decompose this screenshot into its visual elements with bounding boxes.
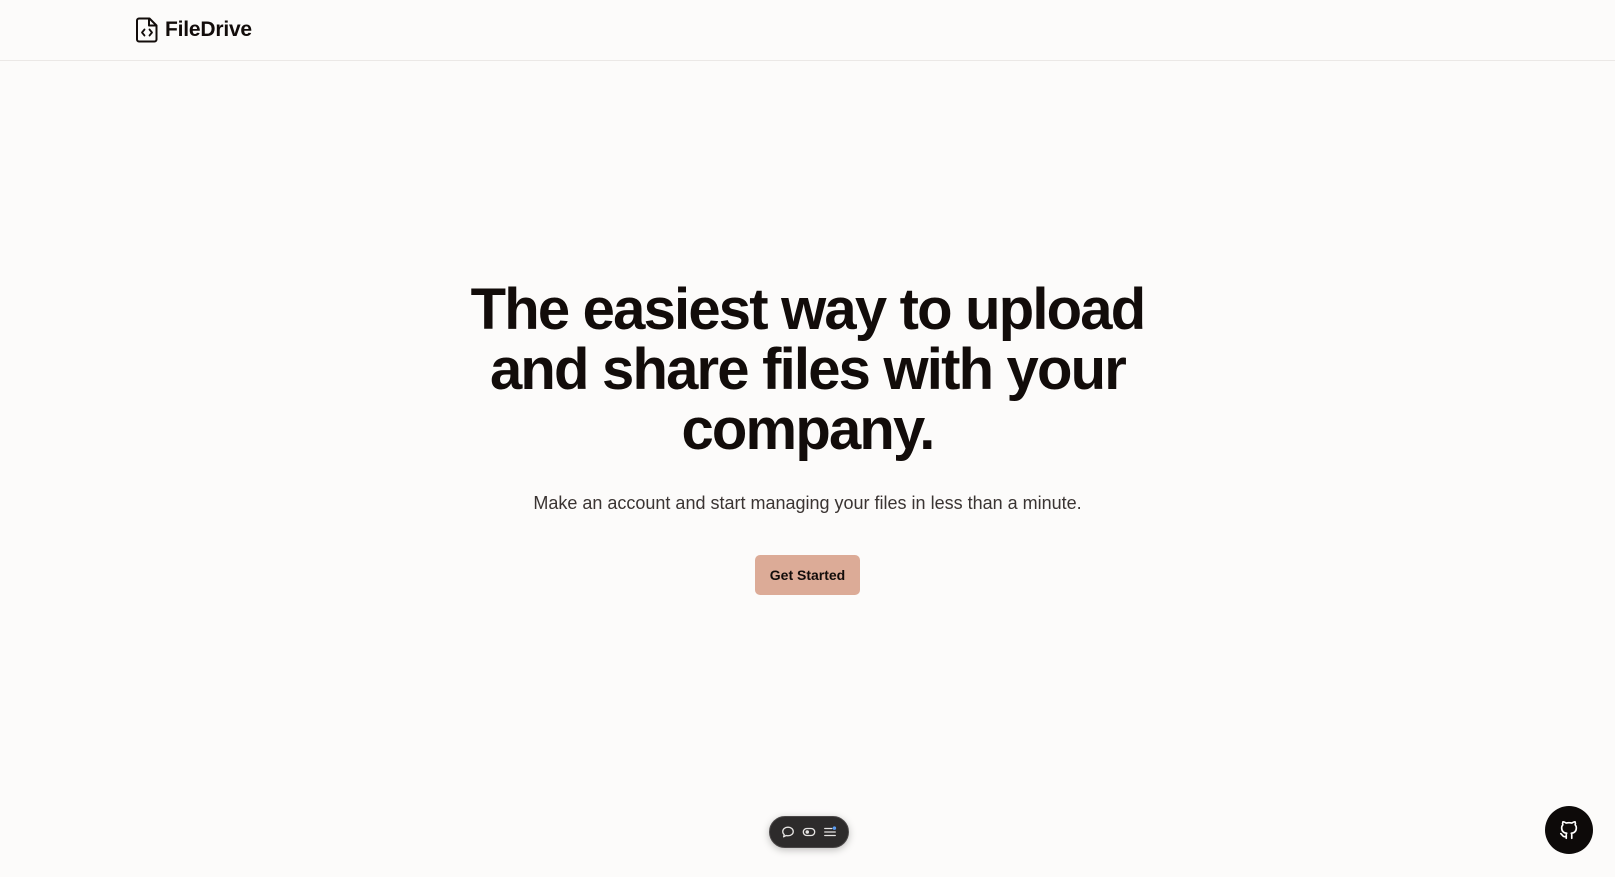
get-started-button[interactable]: Get Started (754, 555, 861, 595)
hero-title: The easiest way to upload and share file… (470, 277, 1147, 462)
toggle-icon[interactable] (800, 823, 818, 841)
hero-subtitle: Make an account and start managing your … (533, 493, 1082, 513)
github-icon (1559, 820, 1578, 840)
brand-name: FileDrive (165, 18, 252, 41)
site-header: FileDrive (0, 0, 1615, 61)
github-button[interactable] (1545, 806, 1593, 854)
chat-bubble-icon[interactable] (779, 823, 797, 841)
hero-section: The easiest way to upload and share file… (0, 280, 1615, 595)
list-icon[interactable] (821, 823, 839, 841)
dev-toolbar (769, 816, 849, 848)
brand-logo-link[interactable]: FileDrive (135, 16, 252, 44)
file-code-icon (136, 17, 158, 43)
